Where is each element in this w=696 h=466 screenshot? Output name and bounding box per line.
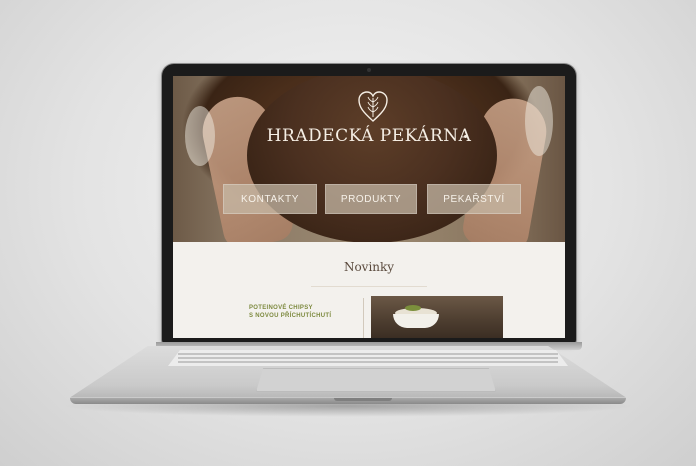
news-divider bbox=[363, 298, 364, 338]
herb-garnish-image bbox=[405, 305, 421, 311]
news-item-link[interactable]: POTEINOVÉ CHIPSY S NOVOU PŘÍCHUTÍCHUTÍ bbox=[249, 304, 359, 320]
hero-banner: HRADECKÁ PEKÁRNA KONTAKTY PRODUKTY PEKAŘ… bbox=[173, 76, 565, 253]
news-heading-divider bbox=[311, 286, 427, 287]
laptop-screen: HRADECKÁ PEKÁRNA KONTAKTY PRODUKTY PEKAŘ… bbox=[173, 76, 565, 338]
nav-button-pekarstvi[interactable]: PEKAŘSTVÍ bbox=[427, 184, 521, 214]
laptop-notch bbox=[334, 398, 392, 401]
key-row bbox=[178, 353, 558, 355]
news-section: Novinky POTEINOVÉ CHIPSY S NOVOU PŘÍCHUT… bbox=[173, 242, 565, 338]
news-item-image[interactable] bbox=[371, 296, 503, 338]
site-logo-text[interactable]: HRADECKÁ PEKÁRNA bbox=[173, 126, 565, 146]
key-row bbox=[178, 357, 558, 359]
nav-button-kontakty[interactable]: KONTAKTY bbox=[223, 184, 317, 214]
wheat-heart-icon[interactable] bbox=[357, 90, 389, 124]
logo-dot bbox=[464, 135, 467, 138]
bowl-image bbox=[393, 314, 439, 328]
main-nav: KONTAKTY PRODUKTY PEKAŘSTVÍ bbox=[173, 184, 565, 214]
news-heading: Novinky bbox=[343, 260, 395, 274]
camera-icon bbox=[367, 68, 371, 72]
trackpad bbox=[256, 368, 496, 392]
laptop-lid: HRADECKÁ PEKÁRNA KONTAKTY PRODUKTY PEKAŘ… bbox=[162, 64, 576, 344]
key-row bbox=[178, 361, 558, 363]
laptop-mockup-photo: HRADECKÁ PEKÁRNA KONTAKTY PRODUKTY PEKAŘ… bbox=[0, 0, 696, 466]
nav-button-produkty[interactable]: PRODUKTY bbox=[325, 184, 417, 214]
